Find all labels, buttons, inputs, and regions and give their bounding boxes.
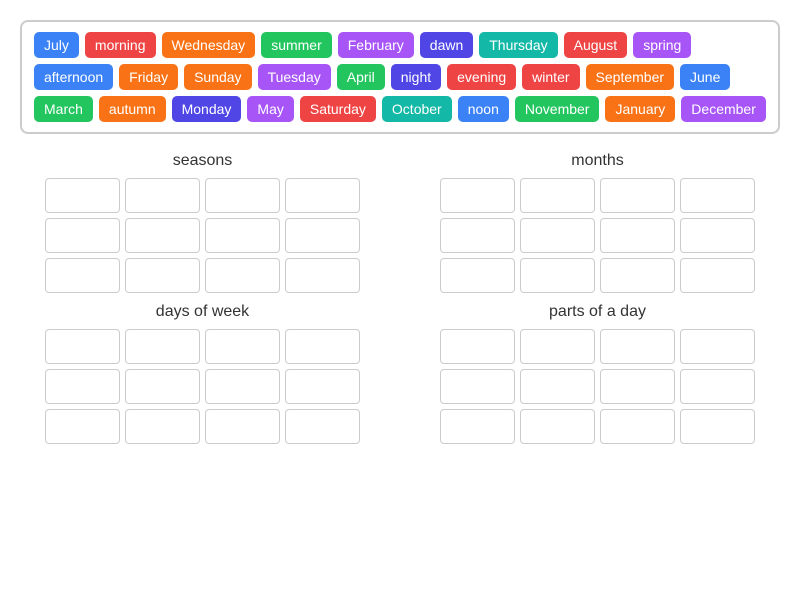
drop-cell[interactable] — [205, 258, 280, 293]
drop-cell[interactable] — [205, 369, 280, 404]
drop-cell[interactable] — [600, 329, 675, 364]
drop-cell[interactable] — [45, 258, 120, 293]
word-chip[interactable]: afternoon — [34, 64, 113, 90]
drop-cell[interactable] — [600, 409, 675, 444]
drop-grid-seasons — [45, 178, 360, 293]
drop-cell[interactable] — [520, 218, 595, 253]
word-chip[interactable]: December — [681, 96, 766, 122]
drop-cell[interactable] — [285, 258, 360, 293]
categories-container: seasons months days of week parts of a day — [20, 152, 780, 444]
drop-cell[interactable] — [680, 329, 755, 364]
drop-cell[interactable] — [440, 409, 515, 444]
word-chip[interactable]: Monday — [172, 96, 242, 122]
word-chip[interactable]: April — [337, 64, 385, 90]
category-seasons: seasons — [20, 152, 385, 293]
drop-cell[interactable] — [520, 329, 595, 364]
word-chip[interactable]: Friday — [119, 64, 178, 90]
word-chip[interactable]: March — [34, 96, 93, 122]
word-chip[interactable]: October — [382, 96, 452, 122]
drop-cell[interactable] — [125, 178, 200, 213]
drop-cell[interactable] — [205, 409, 280, 444]
drop-cell[interactable] — [125, 409, 200, 444]
word-chip[interactable]: January — [605, 96, 675, 122]
drop-cell[interactable] — [520, 258, 595, 293]
drop-cell[interactable] — [520, 178, 595, 213]
drop-cell[interactable] — [285, 329, 360, 364]
category-title-months: months — [571, 152, 623, 170]
drop-cell[interactable] — [125, 258, 200, 293]
word-chip[interactable]: spring — [633, 32, 691, 58]
drop-cell[interactable] — [205, 178, 280, 213]
drop-grid-days-of-week — [45, 329, 360, 444]
drop-cell[interactable] — [45, 409, 120, 444]
drop-cell[interactable] — [45, 329, 120, 364]
drop-cell[interactable] — [680, 178, 755, 213]
word-chip[interactable]: noon — [458, 96, 509, 122]
drop-cell[interactable] — [440, 218, 515, 253]
word-chip[interactable]: February — [338, 32, 414, 58]
drop-cell[interactable] — [205, 329, 280, 364]
word-chip[interactable]: August — [564, 32, 628, 58]
drop-cell[interactable] — [440, 258, 515, 293]
category-title-days-of-week: days of week — [156, 303, 249, 321]
drop-cell[interactable] — [680, 218, 755, 253]
drop-cell[interactable] — [680, 258, 755, 293]
drop-cell[interactable] — [680, 409, 755, 444]
word-chip[interactable]: summer — [261, 32, 332, 58]
drop-cell[interactable] — [600, 178, 675, 213]
drop-grid-months — [440, 178, 755, 293]
word-chip[interactable]: winter — [522, 64, 579, 90]
word-chip[interactable]: November — [515, 96, 600, 122]
drop-cell[interactable] — [285, 178, 360, 213]
word-chip[interactable]: May — [247, 96, 293, 122]
drop-cell[interactable] — [440, 369, 515, 404]
drop-cell[interactable] — [125, 369, 200, 404]
drop-cell[interactable] — [125, 218, 200, 253]
drop-grid-parts-of-day — [440, 329, 755, 444]
drop-cell[interactable] — [205, 218, 280, 253]
category-parts-of-day: parts of a day — [415, 303, 780, 444]
drop-cell[interactable] — [600, 369, 675, 404]
drop-cell[interactable] — [45, 218, 120, 253]
drop-cell[interactable] — [440, 178, 515, 213]
category-title-seasons: seasons — [173, 152, 233, 170]
word-chip[interactable]: Wednesday — [162, 32, 256, 58]
drop-cell[interactable] — [285, 409, 360, 444]
category-months: months — [415, 152, 780, 293]
word-chip[interactable]: evening — [447, 64, 516, 90]
category-title-parts-of-day: parts of a day — [549, 303, 646, 321]
word-chip[interactable]: July — [34, 32, 79, 58]
drop-cell[interactable] — [45, 369, 120, 404]
word-chip[interactable]: dawn — [420, 32, 473, 58]
word-chip[interactable]: Tuesday — [258, 64, 331, 90]
word-chip[interactable]: June — [680, 64, 730, 90]
drop-cell[interactable] — [125, 329, 200, 364]
word-chip[interactable]: Saturday — [300, 96, 376, 122]
word-chip[interactable]: Sunday — [184, 64, 251, 90]
word-chip[interactable]: Thursday — [479, 32, 557, 58]
drop-cell[interactable] — [45, 178, 120, 213]
word-bank: JulymorningWednesdaysummerFebruarydawnTh… — [20, 20, 780, 134]
drop-cell[interactable] — [520, 409, 595, 444]
word-chip[interactable]: night — [391, 64, 441, 90]
drop-cell[interactable] — [680, 369, 755, 404]
drop-cell[interactable] — [520, 369, 595, 404]
word-chip[interactable]: September — [586, 64, 674, 90]
category-days-of-week: days of week — [20, 303, 385, 444]
drop-cell[interactable] — [285, 369, 360, 404]
word-chip[interactable]: autumn — [99, 96, 166, 122]
drop-cell[interactable] — [600, 218, 675, 253]
drop-cell[interactable] — [285, 218, 360, 253]
drop-cell[interactable] — [440, 329, 515, 364]
drop-cell[interactable] — [600, 258, 675, 293]
word-chip[interactable]: morning — [85, 32, 156, 58]
